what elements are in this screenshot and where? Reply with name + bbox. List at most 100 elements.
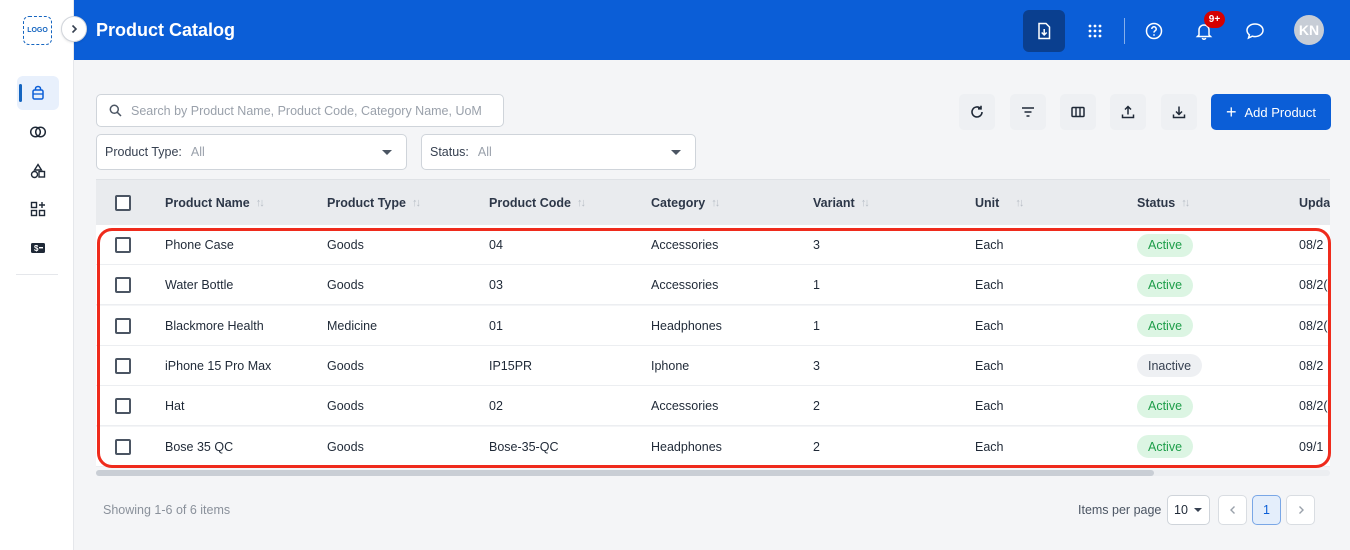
column-header-variant[interactable]: Variant ↑↓ — [813, 180, 870, 226]
column-header-unit[interactable]: Unit ↑↓ — [975, 180, 1024, 226]
user-avatar[interactable]: KN — [1294, 15, 1324, 45]
sidebar-item-apps[interactable] — [17, 192, 59, 226]
row-select-cell — [115, 346, 131, 386]
table-cell-updated: 08/2( — [1299, 278, 1328, 293]
items-per-page-select[interactable]: 10 — [1167, 495, 1210, 525]
table-row[interactable]: Water Bottle Goods 03 Accessories 1 Each Activ… — [96, 265, 1330, 306]
table-cell-product-name: Phone Case — [165, 238, 234, 252]
help-icon — [1145, 22, 1163, 40]
sidebar-item-products[interactable] — [17, 76, 59, 110]
next-page-button[interactable] — [1286, 495, 1315, 525]
search-input[interactable] — [131, 103, 491, 118]
row-checkbox[interactable] — [115, 398, 131, 415]
sidebar: LOGO $ — [0, 0, 87, 550]
column-header-status[interactable]: Status ↑↓ — [1137, 180, 1190, 226]
table-row[interactable]: Hat Goods 02 Accessories 2 Each Active 08/2( — [96, 386, 1330, 427]
status-filter-label: Status: — [430, 145, 469, 159]
sidebar-item-rings[interactable] — [17, 115, 59, 149]
table-cell-unit: Each — [975, 238, 1004, 252]
table-cell-updated: 08/2 — [1299, 358, 1324, 373]
showing-items-text: Showing 1-6 of 6 items — [103, 503, 231, 517]
table-cell-unit: Each — [975, 278, 1004, 293]
table-cell-variant: 1 — [813, 318, 820, 333]
table-cell-status: Active — [1137, 427, 1194, 467]
row-checkbox[interactable] — [115, 237, 131, 253]
table-cell-updated: 09/1 — [1299, 439, 1324, 454]
caret-down-icon — [671, 150, 681, 155]
status-badge: Active — [1137, 394, 1194, 418]
refresh-button[interactable] — [959, 94, 995, 130]
table-row[interactable]: Phone Case Goods 04 Accessories 3 Each Active 0… — [96, 225, 1330, 265]
table-cell-status: Active — [1137, 386, 1194, 426]
columns-button[interactable] — [1060, 94, 1096, 130]
horizontal-scrollbar[interactable] — [96, 470, 1330, 476]
status-badge: Active — [1137, 314, 1194, 338]
prev-page-button[interactable] — [1218, 495, 1247, 525]
sort-icon: ↑↓ — [576, 197, 586, 209]
search-icon — [109, 104, 122, 117]
column-header-updated[interactable]: Updat — [1299, 180, 1330, 226]
product-type-filter[interactable]: Product Type: All — [96, 134, 407, 170]
table-cell-category: Accessories — [651, 399, 719, 414]
column-header-product-type[interactable]: Product Type ↑↓ — [327, 180, 421, 226]
row-checkbox[interactable] — [115, 438, 131, 455]
sidebar-divider — [16, 274, 58, 275]
apps-button[interactable] — [1074, 10, 1116, 52]
svg-text:$: $ — [34, 244, 39, 253]
row-checkbox[interactable] — [115, 317, 131, 334]
logo: LOGO — [23, 16, 52, 45]
row-checkbox[interactable] — [115, 357, 131, 374]
notification-badge: 9+ — [1204, 11, 1225, 28]
row-select-cell — [115, 225, 131, 265]
select-all-cell — [115, 180, 131, 226]
table-cell-updated: 08/2( — [1299, 318, 1328, 333]
sidebar-item-shapes[interactable] — [17, 154, 59, 188]
sort-icon: ↑↓ — [255, 197, 265, 209]
table-cell-product-code: IP15PR — [489, 358, 533, 373]
header-divider — [1124, 18, 1125, 44]
add-product-label: Add Product — [1244, 104, 1317, 120]
filter-button[interactable] — [1010, 94, 1046, 130]
download-button[interactable] — [1161, 94, 1197, 130]
table-cell-variant: 2 — [813, 439, 820, 454]
table-row[interactable]: Bose 35 QC Goods Bose-35-QC Headphones 2 Each… — [96, 426, 1330, 467]
select-all-checkbox[interactable] — [115, 195, 131, 211]
add-product-button[interactable]: + Add Product — [1211, 94, 1331, 130]
sidebar-item-pricing[interactable]: $ — [17, 231, 59, 265]
product-box-icon — [32, 85, 44, 100]
rings-icon — [29, 126, 47, 138]
table-cell-status: Active — [1137, 265, 1194, 305]
column-header-product-code[interactable]: Product Code ↑↓ — [489, 180, 586, 226]
column-header-category[interactable]: Category ↑↓ — [651, 180, 720, 226]
product-table: Product Name ↑↓ Product Type ↑↓ Product Co… — [96, 179, 1330, 471]
scrollbar-thumb[interactable] — [96, 470, 1154, 476]
chat-button[interactable] — [1234, 10, 1276, 52]
status-badge: Active — [1137, 435, 1194, 458]
table-cell-unit: Each — [975, 318, 1004, 333]
table-cell-status: Inactive — [1137, 346, 1203, 386]
table-row[interactable]: iPhone 15 Pro Max Goods IP15PR Iphone 3 Each I… — [96, 345, 1330, 386]
upload-button[interactable] — [1110, 94, 1146, 130]
status-badge: Inactive — [1137, 354, 1203, 378]
filter-icon — [1022, 107, 1034, 117]
caret-down-icon — [1194, 508, 1202, 512]
table-cell-product-name: Blackmore Health — [165, 318, 264, 333]
page-button-current[interactable]: 1 — [1252, 495, 1281, 525]
download-icon — [1172, 106, 1186, 119]
sidebar-toggle-button[interactable] — [61, 16, 87, 42]
table-cell-variant: 3 — [813, 238, 820, 252]
download-file-button[interactable] — [1023, 10, 1065, 52]
help-button[interactable] — [1133, 10, 1175, 52]
column-header-product-name[interactable]: Product Name ↑↓ — [165, 180, 265, 226]
page-title: Product Catalog — [96, 20, 236, 40]
chevron-left-icon — [1229, 506, 1235, 514]
table-cell-category: Accessories — [651, 278, 719, 293]
chevron-right-icon — [71, 24, 78, 34]
status-filter[interactable]: Status: All — [421, 134, 696, 170]
row-checkbox[interactable] — [115, 277, 131, 294]
table-cell-status: Active — [1137, 225, 1194, 265]
table-cell-unit: Each — [975, 439, 1004, 454]
table-cell-product-code: 02 — [489, 399, 503, 414]
table-cell-product-code: 03 — [489, 278, 503, 293]
table-row[interactable]: Blackmore Health Medicine 01 Headphones 1 Eac… — [96, 305, 1330, 346]
